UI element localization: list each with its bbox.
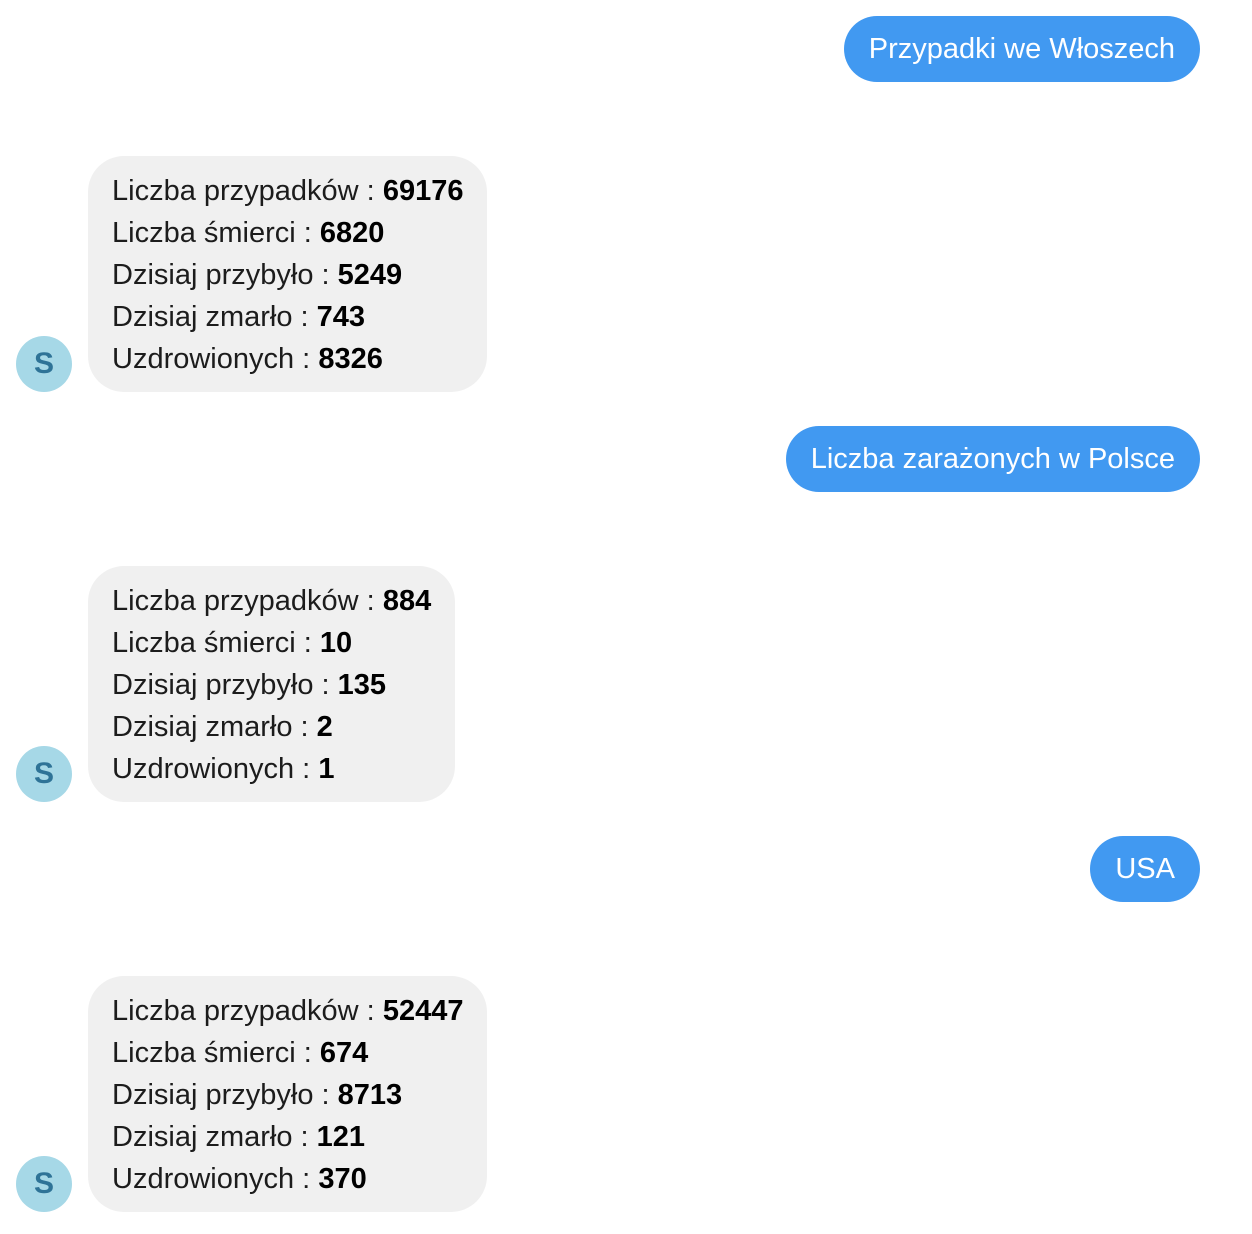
stat-deaths: Liczba śmierci : 6820 <box>112 212 463 254</box>
stat-recovered: Uzdrowionych : 8326 <box>112 338 463 380</box>
stat-label: Liczba przypadków : <box>112 995 383 1027</box>
user-message-bubble: Przypadki we Włoszech <box>843 16 1200 82</box>
stat-cases: Liczba przypadków : 884 <box>112 580 431 622</box>
stat-recovered: Uzdrowionych : 370 <box>112 1158 463 1200</box>
stat-new-cases: Dzisiaj przybyło : 135 <box>112 664 431 706</box>
stat-cases: Liczba przypadków : 52447 <box>112 990 463 1032</box>
stat-label: Dzisiaj przybyło : <box>112 1079 338 1111</box>
stat-value: 8713 <box>337 1079 403 1111</box>
stat-deaths: Liczba śmierci : 10 <box>112 622 431 664</box>
stat-value: 52447 <box>382 995 464 1027</box>
stat-label: Liczba przypadków : <box>112 585 383 617</box>
bot-message-bubble: Liczba przypadków : 884 Liczba śmierci :… <box>88 566 456 802</box>
chat-thread: Przypadki we Włoszech S Liczba przypadkó… <box>0 0 1252 1234</box>
stat-label: Uzdrowionych : <box>112 343 319 375</box>
bot-avatar: S <box>16 1156 72 1212</box>
user-message-row: Liczba zarażonych w Polsce <box>785 426 1200 492</box>
bot-message-bubble: Liczba przypadków : 69176 Liczba śmierci… <box>88 156 488 392</box>
user-message-row: USA <box>1090 836 1200 902</box>
stat-value: 743 <box>316 301 366 333</box>
stat-label: Liczba śmierci : <box>112 1037 320 1069</box>
stat-value: 10 <box>319 627 353 659</box>
stat-new-deaths: Dzisiaj zmarło : 2 <box>112 706 431 748</box>
bot-message-row: S Liczba przypadków : 52447 Liczba śmier… <box>16 976 488 1212</box>
stat-value: 8326 <box>318 343 383 375</box>
stat-value: 2 <box>316 711 333 743</box>
stat-value: 5249 <box>337 259 403 291</box>
stat-value: 135 <box>337 669 387 701</box>
stat-value: 1 <box>318 753 335 785</box>
stat-value: 674 <box>319 1037 369 1069</box>
stat-recovered: Uzdrowionych : 1 <box>112 748 431 790</box>
stat-label: Dzisiaj zmarło : <box>112 301 317 333</box>
stat-new-cases: Dzisiaj przybyło : 5249 <box>112 254 463 296</box>
stat-label: Liczba śmierci : <box>112 217 320 249</box>
stat-label: Dzisiaj zmarło : <box>112 1121 317 1153</box>
bot-message-bubble: Liczba przypadków : 52447 Liczba śmierci… <box>88 976 488 1212</box>
stat-value: 121 <box>316 1121 366 1153</box>
stat-label: Dzisiaj przybyło : <box>112 669 338 701</box>
stat-deaths: Liczba śmierci : 674 <box>112 1032 463 1074</box>
user-message-bubble: USA <box>1090 836 1200 902</box>
bot-message-row: S Liczba przypadków : 884 Liczba śmierci… <box>16 566 456 802</box>
bot-avatar: S <box>16 746 72 802</box>
user-message-row: Przypadki we Włoszech <box>843 16 1200 82</box>
stat-new-deaths: Dzisiaj zmarło : 743 <box>112 296 463 338</box>
bot-message-row: S Liczba przypadków : 69176 Liczba śmier… <box>16 156 488 392</box>
stat-label: Dzisiaj przybyło : <box>112 259 338 291</box>
stat-label: Uzdrowionych : <box>112 1163 319 1195</box>
user-message-bubble: Liczba zarażonych w Polsce <box>785 426 1200 492</box>
stat-new-cases: Dzisiaj przybyło : 8713 <box>112 1074 463 1116</box>
stat-label: Liczba przypadków : <box>112 175 383 207</box>
stat-cases: Liczba przypadków : 69176 <box>112 170 463 212</box>
stat-value: 884 <box>382 585 432 617</box>
stat-label: Uzdrowionych : <box>112 753 319 785</box>
stat-label: Dzisiaj zmarło : <box>112 711 317 743</box>
stat-label: Liczba śmierci : <box>112 627 320 659</box>
stat-value: 69176 <box>382 175 464 207</box>
stat-value: 370 <box>318 1163 367 1195</box>
bot-avatar: S <box>16 336 72 392</box>
stat-new-deaths: Dzisiaj zmarło : 121 <box>112 1116 463 1158</box>
stat-value: 6820 <box>319 217 385 249</box>
